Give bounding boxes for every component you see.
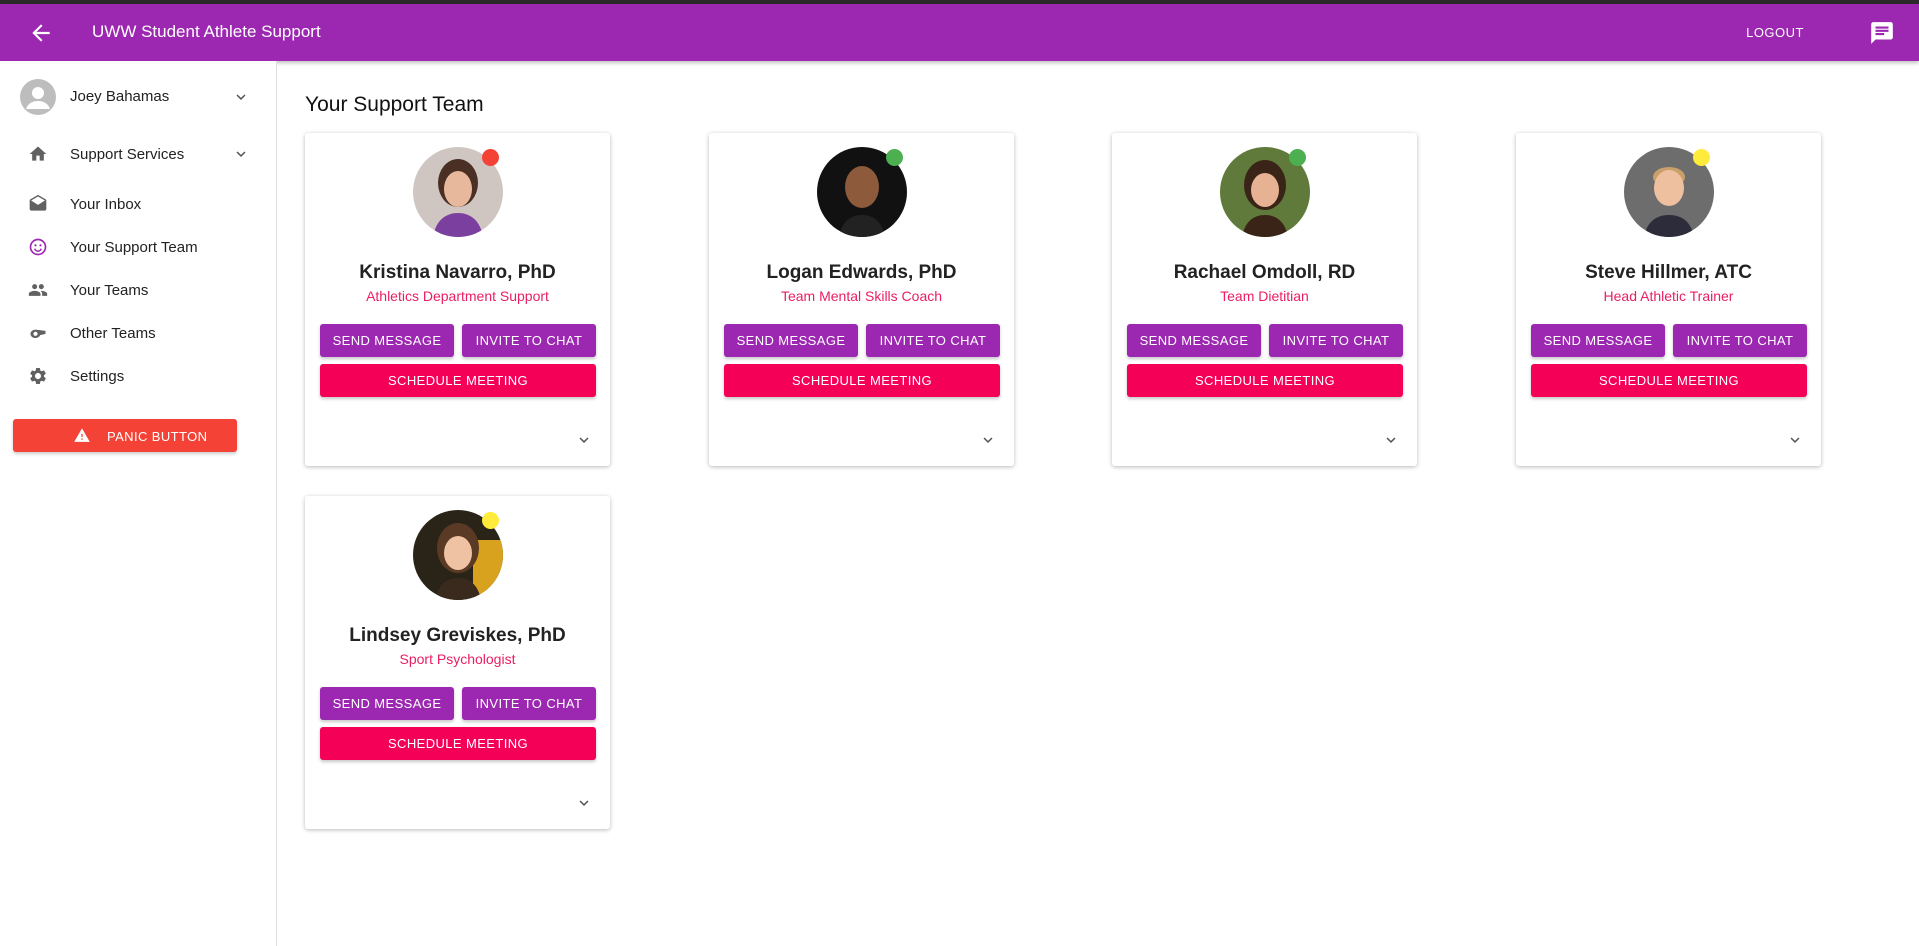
sidebar-item-label: Your Support Team: [70, 239, 198, 256]
member-name: Steve Hillmer, ATC: [1585, 262, 1752, 283]
chevron-down-icon[interactable]: [232, 88, 250, 106]
chevron-down-icon[interactable]: [1382, 431, 1400, 449]
invite-to-chat-button[interactable]: INVITE TO CHAT: [462, 687, 596, 720]
send-message-button[interactable]: SEND MESSAGE: [724, 324, 858, 357]
sidebar-item-label: Your Teams: [70, 282, 149, 299]
chevron-down-icon[interactable]: [575, 431, 593, 449]
sidebar-item-your-teams[interactable]: Your Teams: [0, 270, 277, 310]
chevron-down-icon[interactable]: [575, 794, 593, 812]
chevron-down-icon[interactable]: [232, 145, 250, 163]
schedule-meeting-button[interactable]: SCHEDULE MEETING: [1127, 364, 1403, 397]
user-menu[interactable]: Joey Bahamas: [0, 75, 277, 119]
sidebar-item-support-services[interactable]: Support Services: [0, 134, 277, 174]
schedule-meeting-button[interactable]: SCHEDULE MEETING: [724, 364, 1000, 397]
member-name: Kristina Navarro, PhD: [359, 262, 556, 283]
schedule-meeting-button[interactable]: SCHEDULE MEETING: [320, 364, 596, 397]
chat-icon[interactable]: [1869, 20, 1895, 46]
team-member-card: Lindsey Greviskes, PhD Sport Psychologis…: [305, 496, 610, 829]
smiley-icon: [29, 238, 47, 256]
member-role: Sport Psychologist: [399, 651, 516, 667]
member-photo-wrap: [1220, 147, 1310, 237]
sidebar-item-label: Other Teams: [70, 325, 156, 342]
sidebar: Joey Bahamas Support Services Your Inbox…: [0, 61, 277, 946]
member-role: Head Athletic Trainer: [1603, 288, 1734, 304]
team-member-card: Logan Edwards, PhD Team Mental Skills Co…: [709, 133, 1014, 466]
send-message-button[interactable]: SEND MESSAGE: [1531, 324, 1665, 357]
status-indicator: [482, 149, 499, 166]
invite-to-chat-button[interactable]: INVITE TO CHAT: [1269, 324, 1403, 357]
invite-to-chat-button[interactable]: INVITE TO CHAT: [1673, 324, 1807, 357]
member-role: Athletics Department Support: [366, 288, 549, 304]
member-photo-wrap: [817, 147, 907, 237]
avatar: [20, 79, 56, 115]
user-name: Joey Bahamas: [70, 88, 170, 105]
member-name: Rachael Omdoll, RD: [1173, 262, 1356, 283]
sidebar-item-label: Support Services: [70, 146, 185, 163]
panic-button[interactable]: PANIC BUTTON: [13, 419, 237, 452]
member-role: Team Mental Skills Coach: [780, 288, 943, 304]
schedule-meeting-button[interactable]: SCHEDULE MEETING: [1531, 364, 1807, 397]
arrow-back-icon[interactable]: [28, 20, 54, 46]
send-message-button[interactable]: SEND MESSAGE: [320, 687, 454, 720]
team-member-card: Steve Hillmer, ATC Head Athletic Trainer…: [1516, 133, 1821, 466]
chevron-down-icon[interactable]: [979, 431, 997, 449]
chevron-down-icon[interactable]: [1786, 431, 1804, 449]
home-icon: [29, 146, 47, 161]
team-member-card: Kristina Navarro, PhD Athletics Departme…: [305, 133, 610, 466]
app-bar: UWW Student Athlete Support LOGOUT: [0, 4, 1919, 61]
send-message-button[interactable]: SEND MESSAGE: [1127, 324, 1261, 357]
member-name: Lindsey Greviskes, PhD: [349, 625, 566, 646]
warning-icon: [74, 428, 90, 442]
sidebar-item-inbox[interactable]: Your Inbox: [0, 184, 277, 224]
invite-to-chat-button[interactable]: INVITE TO CHAT: [866, 324, 1000, 357]
people-icon: [28, 284, 48, 296]
member-photo-wrap: [1624, 147, 1714, 237]
logout-button[interactable]: LOGOUT: [1746, 25, 1804, 40]
page-title: Your Support Team: [305, 93, 484, 116]
sidebar-item-settings[interactable]: Settings: [0, 356, 277, 396]
app-title: UWW Student Athlete Support: [92, 22, 321, 41]
whistle-icon: [30, 329, 46, 338]
sidebar-item-support-team[interactable]: Your Support Team: [0, 227, 277, 267]
status-indicator: [1289, 149, 1306, 166]
member-photo-wrap: [413, 510, 503, 600]
send-message-button[interactable]: SEND MESSAGE: [320, 324, 454, 357]
invite-to-chat-button[interactable]: INVITE TO CHAT: [462, 324, 596, 357]
status-indicator: [482, 512, 499, 529]
inbox-icon: [29, 194, 47, 211]
sidebar-item-label: Settings: [70, 368, 125, 385]
schedule-meeting-button[interactable]: SCHEDULE MEETING: [320, 727, 596, 760]
sidebar-item-other-teams[interactable]: Other Teams: [0, 313, 277, 353]
gear-icon: [30, 368, 46, 384]
member-photo-wrap: [413, 147, 503, 237]
sidebar-item-label: Your Inbox: [70, 196, 142, 213]
member-role: Team Dietitian: [1220, 288, 1309, 304]
member-name: Logan Edwards, PhD: [766, 262, 957, 283]
team-member-card: Rachael Omdoll, RD Team Dietitian SEND M…: [1112, 133, 1417, 466]
main-content: Your Support Team Kristina Navarro, PhD …: [278, 61, 1919, 946]
person-icon: [26, 87, 50, 109]
status-indicator: [1693, 149, 1710, 166]
status-indicator: [886, 149, 903, 166]
panic-button-label: PANIC BUTTON: [107, 429, 208, 444]
